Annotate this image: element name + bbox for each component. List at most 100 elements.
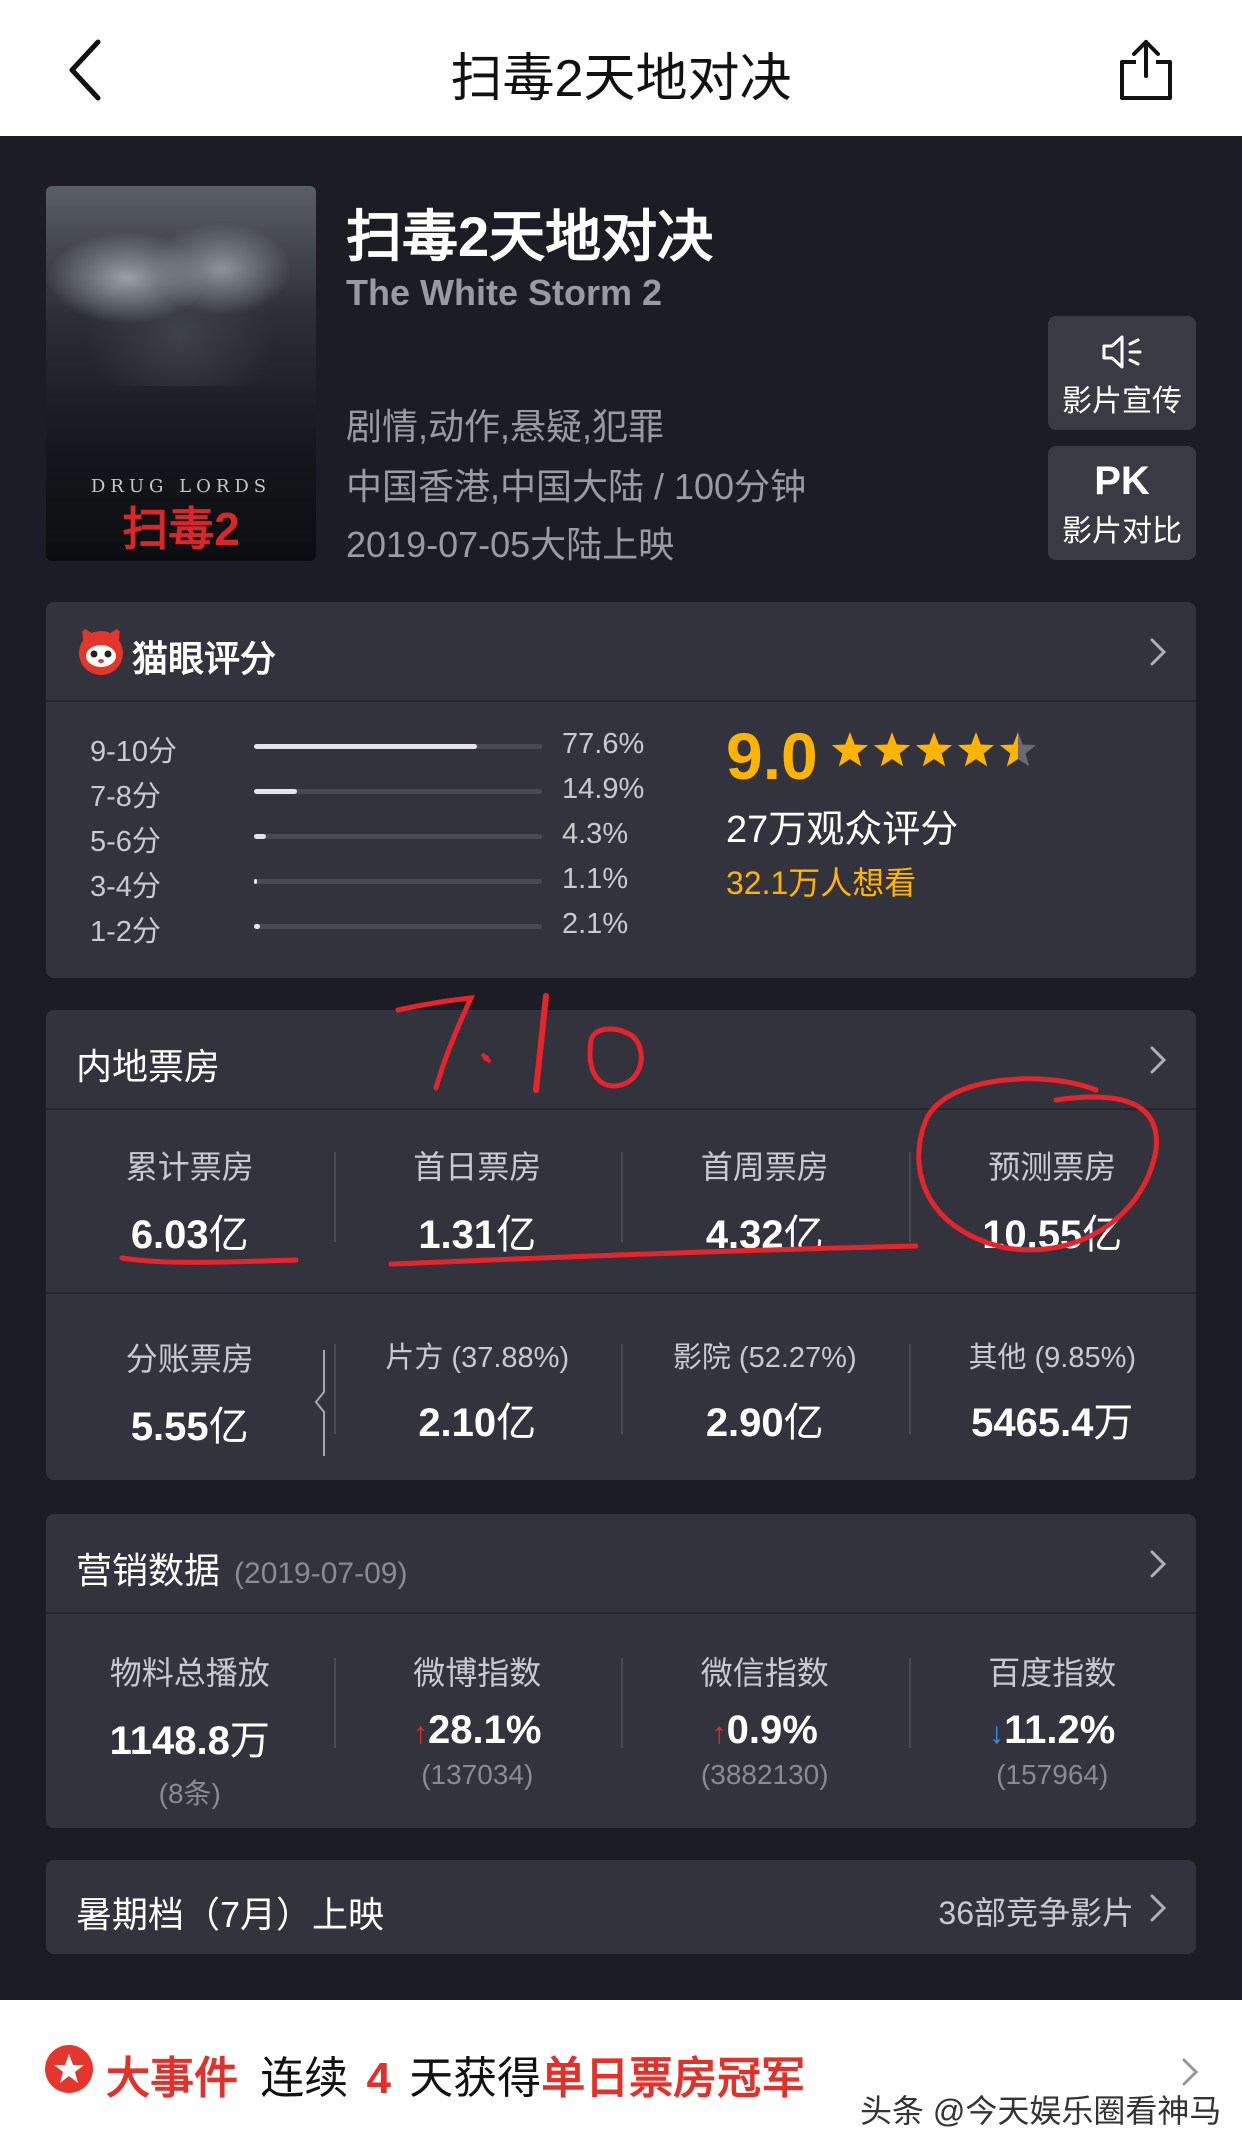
split-other: 其他 (9.85%) 5465.4万	[908, 1334, 1197, 1452]
box-office-title: 内地票房	[76, 1046, 221, 1087]
rating-header[interactable]: 猫眼评分	[46, 602, 1196, 702]
rating-distribution-row: 7-8分 14.9%	[90, 773, 650, 818]
movie-genres: 剧情,动作,悬疑,犯罪	[346, 406, 665, 447]
event-text: 大事件 连续 4 天获得单日票房冠军	[106, 2042, 805, 2106]
box-stat-forecast: 预测票房 10.55亿	[908, 1142, 1197, 1260]
rating-bar-track	[254, 924, 542, 929]
chevron-right-icon[interactable]	[1148, 634, 1168, 670]
star-icon	[915, 732, 953, 767]
rating-bar-track	[254, 789, 542, 794]
nav-bar: 扫毒2天地对决	[0, 0, 1242, 136]
event-banner[interactable]: 大事件 连续 4 天获得单日票房冠军 头条 @今天娱乐圈看神马	[0, 2000, 1242, 2153]
rating-bucket-label: 1-2分	[90, 916, 161, 948]
arrow-up-icon: ↑	[711, 1717, 727, 1750]
competitor-count[interactable]: 36部竞争影片	[938, 1888, 1134, 1934]
rating-distribution-row: 9-10分 77.6%	[90, 728, 650, 773]
stat-value: 1.31亿	[418, 1213, 537, 1257]
rating-bar-fill	[254, 789, 297, 794]
rating-bar-fill	[254, 879, 257, 884]
stat-value: 2.90亿	[705, 1401, 824, 1445]
mkt-total-plays: 物料总播放 1148.8万 (8条)	[46, 1648, 334, 1812]
stat-value: 5.55亿	[130, 1405, 249, 1449]
event-mid: 天获得	[409, 2054, 542, 2103]
want-to-watch: 32.1万人想看	[726, 865, 917, 901]
box-office-card[interactable]: 内地票房 累计票房 6.03亿 首日票房 1.31亿 首周票房 4.32亿 预测票房 1…	[46, 993, 1196, 1480]
stat-value: ↓11.2%	[989, 1708, 1116, 1752]
star-icon	[831, 732, 869, 767]
rating-bar-fill	[254, 924, 260, 929]
marketing-row: 物料总播放 1148.8万 (8条) 微博指数 ↑28.1% (137034) 微信指数…	[46, 1648, 1196, 1812]
rating-bucket-label: 9-10分	[90, 736, 178, 768]
event-num: 4	[366, 2054, 391, 2103]
movie-release-date: 2019-07-05大陆上映	[346, 524, 675, 565]
star-icon	[999, 732, 1037, 767]
page-title: 扫毒2天地对决	[450, 50, 792, 108]
movie-header: DRUG LORDS 扫毒2 扫毒2天地对决 The White Storm 2…	[0, 136, 1242, 606]
chevron-right-icon[interactable]	[1180, 2054, 1200, 2090]
rating-distribution-row: 5-6分 4.3%	[90, 818, 650, 863]
rating-bucket-label: 3-4分	[90, 871, 161, 903]
split-producer: 片方 (37.88%) 2.10亿	[333, 1334, 622, 1452]
stat-sub: (8条)	[158, 1778, 221, 1809]
event-highlight: 单日票房冠军	[541, 2054, 806, 2103]
rating-votes: 27万观众评分	[726, 809, 959, 851]
poster-logo: 扫毒2	[122, 503, 240, 555]
share-icon[interactable]	[1116, 36, 1176, 102]
rating-bucket-pct: 4.3%	[562, 818, 629, 850]
stat-label: 片方 (37.88%)	[385, 1342, 570, 1374]
movie-region-duration: 中国香港,中国大陆 / 100分钟	[346, 466, 807, 507]
mkt-weibo-index: 微博指数 ↑28.1% (137034)	[333, 1648, 622, 1812]
poster-tagline: DRUG LORDS	[90, 476, 272, 497]
rating-card[interactable]: 猫眼评分 9-10分 77.6% 7-8分 14.9% 5-6分 4.3% 3-4分 1.1%…	[46, 602, 1196, 978]
speaker-icon	[1048, 326, 1196, 376]
stat-label: 微信指数	[700, 1655, 829, 1691]
rating-bucket-label: 7-8分	[90, 781, 161, 813]
movie-poster[interactable]: DRUG LORDS 扫毒2	[46, 186, 316, 561]
rating-bucket-pct: 14.9%	[562, 773, 645, 805]
box-office-split-row: 分账票房 5.55亿 片方 (37.88%) 2.10亿 影院 (52.27%) 2.…	[46, 1334, 1196, 1452]
stat-label: 影院 (52.27%)	[672, 1342, 857, 1374]
rating-distribution-row: 3-4分 1.1%	[90, 863, 650, 908]
rating-bucket-label: 5-6分	[90, 826, 161, 858]
rating-stars	[830, 730, 1038, 774]
marketing-date: (2019-07-09)	[234, 1557, 408, 1590]
mkt-wechat-index: 微信指数 ↑0.9% (3882130)	[621, 1648, 909, 1812]
marketing-card[interactable]: 营销数据 (2019-07-09) 物料总播放 1148.8万 (8条) 微博指数 ↑2…	[46, 1514, 1196, 1828]
divider	[46, 1292, 1196, 1294]
rating-bar-track	[254, 834, 542, 839]
stat-label: 分账票房	[125, 1341, 254, 1377]
star-icon	[873, 732, 911, 767]
rating-bucket-pct: 1.1%	[562, 863, 629, 895]
box-stat-total: 累计票房 6.03亿	[46, 1142, 334, 1260]
pk-icon: PK	[1094, 459, 1150, 503]
chevron-right-icon[interactable]	[1148, 1546, 1168, 1582]
box-office-header[interactable]: 内地票房	[46, 1010, 1196, 1110]
stat-value: 5465.4万	[971, 1401, 1134, 1445]
stat-value: 1148.8万	[109, 1719, 270, 1763]
chevron-right-icon[interactable]	[1148, 1042, 1168, 1078]
stat-value: ↑28.1%	[413, 1708, 542, 1752]
stat-label: 微博指数	[413, 1655, 542, 1691]
promo-button-label: 影片宣传	[1062, 385, 1182, 418]
marketing-title: 营销数据 (2019-07-09)	[76, 1550, 408, 1591]
box-stat-first-week: 首周票房 4.32亿	[621, 1142, 909, 1260]
marketing-header[interactable]: 营销数据 (2019-07-09)	[46, 1514, 1196, 1614]
rating-bar-fill	[254, 834, 266, 839]
stat-value: 10.55亿	[982, 1213, 1123, 1257]
chevron-right-icon[interactable]	[1148, 1890, 1168, 1926]
stat-value: 6.03亿	[130, 1213, 249, 1257]
movie-title: 扫毒2天地对决	[346, 205, 714, 268]
split-cinema: 影院 (52.27%) 2.90亿	[621, 1334, 909, 1452]
stat-label: 物料总播放	[109, 1655, 270, 1691]
stat-label: 预测票房	[988, 1149, 1117, 1185]
summer-release-card[interactable]: 暑期档（7月）上映 36部竞争影片	[46, 1860, 1196, 1954]
promo-button[interactable]: 影片宣传	[1048, 316, 1196, 430]
event-badge-icon	[45, 2045, 93, 2093]
event-pre: 连续	[260, 2054, 349, 2103]
star-icon	[957, 732, 995, 767]
arrow-up-icon: ↑	[413, 1717, 429, 1750]
rating-title: 猫眼评分	[132, 638, 277, 679]
compare-button[interactable]: PK 影片对比	[1048, 446, 1196, 560]
box-office-top-row: 累计票房 6.03亿 首日票房 1.31亿 首周票房 4.32亿 预测票房 10.55亿	[46, 1142, 1196, 1260]
rating-distribution-row: 1-2分 2.1%	[90, 908, 650, 953]
